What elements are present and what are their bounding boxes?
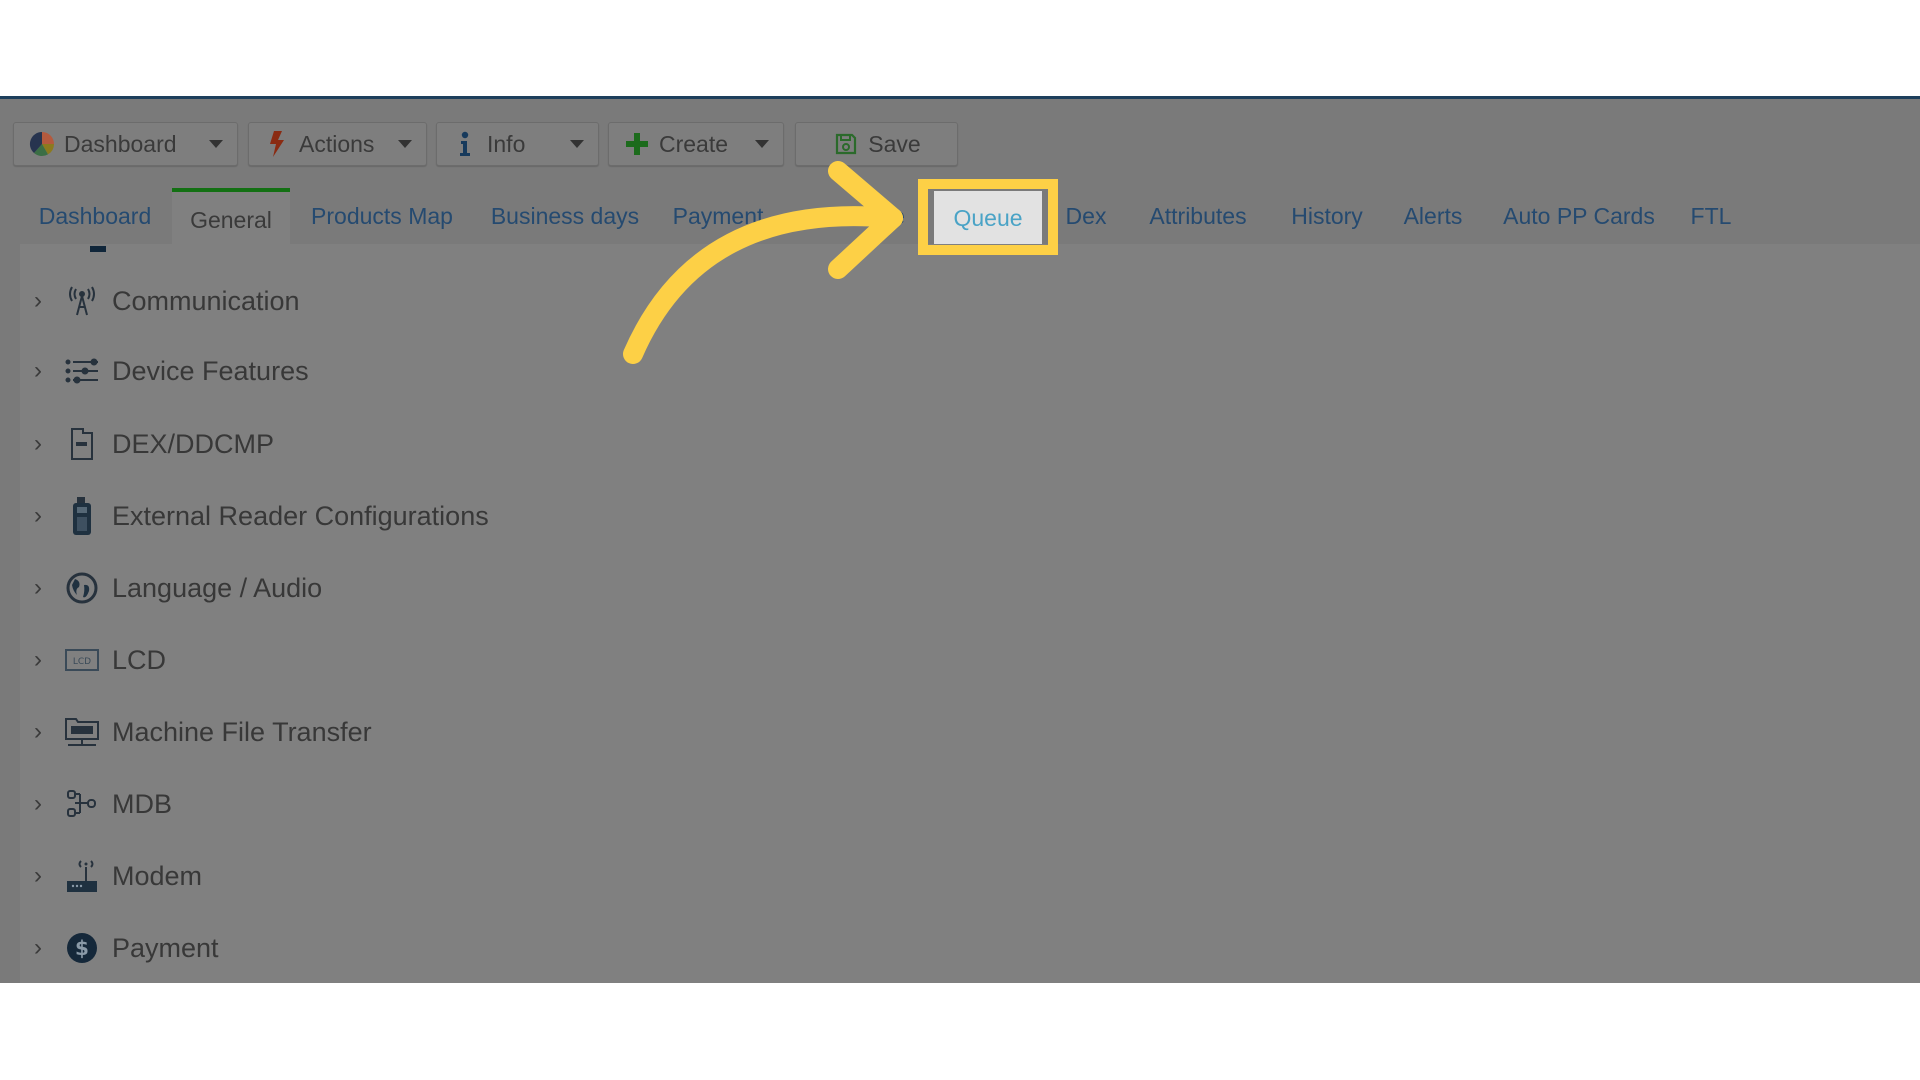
modem-icon xyxy=(64,858,100,894)
card-reader-icon xyxy=(64,497,100,535)
section-modem[interactable]: › Modem xyxy=(20,851,720,901)
info-dropdown-button[interactable]: Info xyxy=(436,122,599,166)
save-icon xyxy=(832,130,860,158)
dex-port-icon xyxy=(64,426,100,462)
section-mdb[interactable]: › MDB xyxy=(20,779,720,829)
sliders-icon xyxy=(64,353,100,389)
tab-alerts[interactable]: Alerts xyxy=(1398,188,1468,244)
section-lcd[interactable]: › LCD LCD xyxy=(20,635,720,685)
tab-bar: Dashboard General Products Map Business … xyxy=(0,188,1920,245)
svg-text:LCD: LCD xyxy=(73,657,91,667)
app-top-border xyxy=(0,96,1920,99)
plus-icon xyxy=(623,130,651,158)
tab-history[interactable]: History xyxy=(1284,188,1370,244)
ftp-icon xyxy=(64,714,100,750)
actions-button-label: Actions xyxy=(299,130,375,157)
chevron-right-icon: › xyxy=(34,430,42,457)
chevron-right-icon: › xyxy=(34,718,42,745)
tab-obscured[interactable]: …e xyxy=(860,188,914,244)
pie-chart-icon xyxy=(28,130,56,158)
chevron-right-icon: › xyxy=(34,287,42,314)
tab-dashboard[interactable]: Dashboard xyxy=(28,188,162,244)
section-label: Machine File Transfer xyxy=(112,716,372,747)
tab-business-days[interactable]: Business days xyxy=(482,188,648,244)
section-machine-file-transfer[interactable]: › Machine File Transfer xyxy=(20,707,720,757)
tab-products-map[interactable]: Products Map xyxy=(300,188,464,244)
section-label: Payment xyxy=(112,932,219,963)
create-dropdown-button[interactable]: Create xyxy=(608,122,784,166)
section-device-features[interactable]: › Device Features xyxy=(20,346,720,396)
dollar-coin-icon: $ xyxy=(64,930,100,966)
section-label: DEX/DDCMP xyxy=(112,428,275,459)
globe-icon xyxy=(64,570,100,606)
save-button[interactable]: Save xyxy=(795,122,958,166)
scrolled-icon-fragment xyxy=(90,246,106,252)
tab-ftl[interactable]: FTL xyxy=(1688,188,1734,244)
section-label: External Reader Configurations xyxy=(112,500,489,531)
section-label: Modem xyxy=(112,860,203,891)
actions-dropdown-button[interactable]: Actions xyxy=(248,122,427,166)
chevron-down-icon xyxy=(755,140,769,148)
create-button-label: Create xyxy=(659,130,729,157)
mdb-network-icon xyxy=(64,786,100,822)
chevron-right-icon: › xyxy=(34,790,42,817)
tab-queue[interactable]: Queue xyxy=(934,191,1042,245)
section-label: MDB xyxy=(112,788,172,819)
toolbar: Dashboard Actions Info Create Save xyxy=(0,122,1920,168)
section-communication[interactable]: › Communication xyxy=(20,276,720,326)
chevron-right-icon: › xyxy=(34,934,42,961)
chevron-right-icon: › xyxy=(34,502,42,529)
section-label: Language / Audio xyxy=(112,572,323,603)
settings-section-list: › Communication › Device Features › DEX/… xyxy=(20,244,1920,983)
chevron-down-icon xyxy=(209,140,223,148)
chevron-down-icon xyxy=(398,140,412,148)
chevron-down-icon xyxy=(570,140,584,148)
chevron-right-icon: › xyxy=(34,862,42,889)
section-external-reader-configurations[interactable]: › External Reader Configurations xyxy=(20,491,720,541)
dashboard-dropdown-button[interactable]: Dashboard xyxy=(13,122,238,166)
info-button-label: Info xyxy=(487,130,526,157)
dashboard-button-label: Dashboard xyxy=(64,130,177,157)
tab-general[interactable]: General xyxy=(172,188,290,244)
lcd-icon: LCD xyxy=(64,642,100,678)
tab-attributes[interactable]: Attributes xyxy=(1140,188,1256,244)
svg-text:$: $ xyxy=(75,936,89,960)
chevron-right-icon: › xyxy=(34,357,42,384)
app-window: Dashboard Actions Info Create Save Dashb… xyxy=(0,96,1920,983)
section-dex-ddcmp[interactable]: › DEX/DDCMP xyxy=(20,419,720,469)
chevron-right-icon: › xyxy=(34,574,42,601)
section-label: Device Features xyxy=(112,355,309,386)
info-icon xyxy=(451,130,479,158)
tab-payment[interactable]: Payment xyxy=(666,188,770,244)
section-payment[interactable]: › $ Payment xyxy=(20,923,720,973)
save-button-label: Save xyxy=(868,130,921,157)
section-label: LCD xyxy=(112,644,167,675)
section-label: Communication xyxy=(112,285,300,316)
tab-dex[interactable]: Dex xyxy=(1060,188,1112,244)
section-language-audio[interactable]: › Language / Audio xyxy=(20,563,720,613)
tab-auto-pp-cards[interactable]: Auto PP Cards xyxy=(1496,188,1662,244)
lightning-icon xyxy=(263,130,291,158)
antenna-icon xyxy=(64,283,100,319)
chevron-right-icon: › xyxy=(34,646,42,673)
